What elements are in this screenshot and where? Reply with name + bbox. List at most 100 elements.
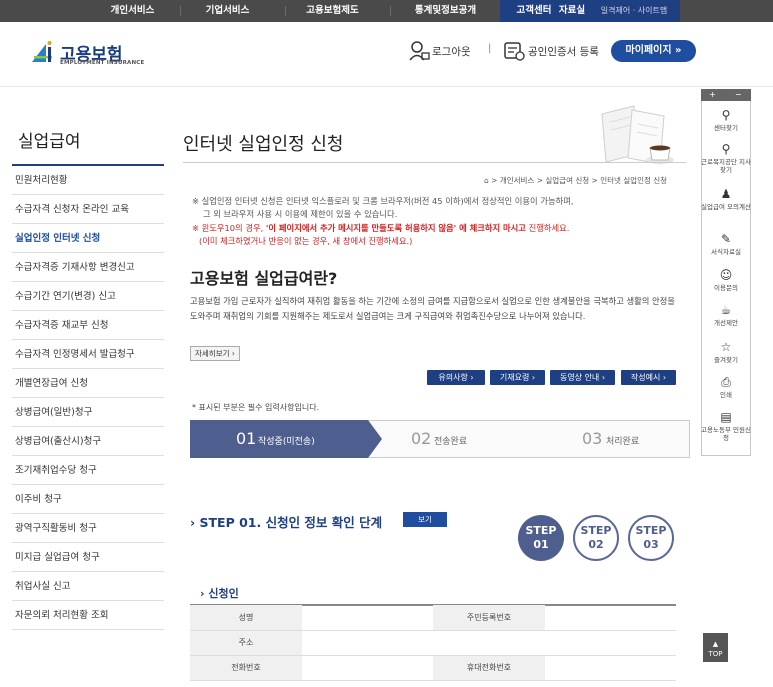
nav-statistics[interactable]: 통계및정보공개 (398, 0, 493, 22)
view-button[interactable]: 보기 (403, 512, 447, 527)
section-description: 고용보험 가입 근로자가 실직하여 재취업 활동을 하는 기간에 소정의 급여를… (190, 296, 675, 321)
quick-forms[interactable]: ✎ 서식자료실 (701, 232, 751, 256)
section-title: 고용보험 실업급여란? (190, 269, 338, 288)
quick-label: 실업급여 모의계산 (701, 203, 751, 211)
top-navigation: 개인서비스 기업서비스 고용보험제도 통계및정보공개 고객센터 자료실 일격제어… (0, 0, 773, 22)
sidebar-item[interactable]: 조기재취업수당 청구 (12, 456, 164, 485)
quick-label: 인쇄 (720, 391, 732, 399)
certificate-register-link[interactable]: 공인인증서 등록 (528, 44, 599, 59)
step-circle[interactable]: STEP 03 (628, 515, 674, 561)
sidebar-item[interactable]: 취업사실 신고 (12, 572, 164, 601)
collapse-icon[interactable]: − (735, 89, 742, 101)
more-details-button[interactable]: 자세히보기 › (190, 346, 240, 361)
sidebar-item[interactable]: 자문의뢰 처리현황 조회 (12, 601, 164, 630)
sidebar-item[interactable]: 미지급 실업급여 청구 (12, 543, 164, 572)
quick-benefit-calc[interactable]: ♟ 실업급여 모의계산 (701, 187, 751, 211)
sidebar-item[interactable]: 상병급여(출산시)청구 (12, 427, 164, 456)
quick-ministry[interactable]: ▤ 고용노동부 민원신청 (701, 410, 751, 442)
nav-divider (180, 6, 181, 16)
quick-label: 즐겨찾기 (714, 356, 738, 364)
table-header-address: 주소 (190, 630, 302, 656)
step-circle-active[interactable]: STEP 01 (518, 515, 564, 561)
breadcrumb: ⌂ > 개인서비스 > 실업급여 신청 > 인터넷 실업인정 신청 (484, 176, 668, 185)
documents-illustration (598, 104, 680, 171)
nav-divider (390, 6, 391, 16)
star-icon: ☆ (720, 340, 732, 354)
table-cell-name (302, 605, 433, 631)
page-title: 인터넷 실업인정 신청 (183, 134, 344, 155)
step-circle-number: 03 (643, 538, 659, 551)
nav-personal-service[interactable]: 개인서비스 (95, 0, 170, 22)
nav-customer-center[interactable]: 고객센터 (514, 0, 554, 22)
table-cell-phone (302, 655, 433, 681)
logo-subtitle: EMPLOYMENT INSURANCE (60, 60, 145, 66)
sidebar-item[interactable]: 광역구직활동비 청구 (12, 514, 164, 543)
location-pin-icon: ⚲ (721, 108, 731, 122)
logout-link[interactable]: 로그아웃 (432, 44, 471, 59)
windows-note-cont: (이미 체크하였거나 반응이 없는 경우, 새 창에서 진행하세요.) (199, 236, 413, 246)
mypage-button[interactable]: 마이페이지 » (611, 40, 696, 62)
applicant-table: 성명 주민등록번호 주소 전화번호 휴대전화번호 (190, 605, 676, 681)
guide-button[interactable]: 기재요령 › (490, 370, 545, 385)
step-arrow (368, 420, 382, 458)
quick-branch-search[interactable]: ⚲ 근로복지공단 지사찾기 (701, 142, 751, 174)
sidebar-item[interactable]: 수급자격 인정명세서 발급청구 (12, 340, 164, 369)
step-circle-number: 01 (533, 538, 549, 551)
chat-icon: ☺ (719, 268, 733, 282)
document-icon: ▤ (720, 410, 732, 424)
quick-print[interactable]: ⎙ 인쇄 (701, 375, 751, 399)
table-row: 전화번호 휴대전화번호 (190, 655, 676, 681)
expand-icon[interactable]: + (709, 89, 716, 101)
logo-icon[interactable] (28, 38, 58, 68)
print-icon: ⎙ (721, 375, 731, 389)
certificate-icon (503, 40, 525, 65)
sidebar-title: 실업급여 (18, 132, 81, 152)
table-cell-mobile (545, 655, 676, 681)
quick-label: 고용노동부 민원신청 (701, 426, 751, 442)
sidebar-item[interactable]: 수급자격증 재교부 신청 (12, 311, 164, 340)
quick-center-search[interactable]: ⚲ 센터찾기 (701, 108, 751, 132)
scroll-top-button[interactable]: ▲ TOP (703, 633, 728, 662)
step-number: 02 (411, 429, 432, 448)
example-button[interactable]: 작성예시 › (621, 370, 676, 385)
table-header-name: 성명 (190, 605, 302, 631)
quick-suggestion[interactable]: ☕ 개선제안 (701, 303, 751, 327)
nav-business-service[interactable]: 기업서비스 (190, 0, 265, 22)
step-circle[interactable]: STEP 02 (573, 515, 619, 561)
browser-note: ※ 실업인정 인터넷 신청은 인터넷 익스플로러 및 크롬 브라우저(버전 45… (192, 196, 574, 206)
sidebar-item[interactable]: 수급기간 연기(변경) 신고 (12, 282, 164, 311)
table-cell-address (302, 630, 676, 656)
step-circle-label: STEP (580, 524, 612, 537)
table-header-mobile: 휴대전화번호 (433, 655, 545, 681)
sidebar-item[interactable]: 수급자격 신청자 온라인 교육 (12, 195, 164, 224)
step-label: 작성중(미전송) (258, 437, 315, 447)
table-row: 주소 (190, 630, 676, 656)
nav-data-room[interactable]: 자료실 (556, 0, 588, 22)
required-note: * 표시된 부분은 필수 입력사항입니다. (192, 403, 320, 412)
sidebar-item[interactable]: 상병급여(일반)청구 (12, 398, 164, 427)
table-header-rrn: 주민등록번호 (433, 605, 545, 631)
sidebar-item[interactable]: 개별연장급여 신청 (12, 369, 164, 398)
step-circle-label: STEP (525, 524, 557, 537)
step-label: 전송완료 (434, 437, 468, 447)
browser-note-cont: 그 외 브라우저 사용 시 이용에 제한이 있을 수 있습니다. (203, 209, 398, 219)
sidebar-item[interactable]: 민원처리현황 (12, 166, 164, 195)
video-guide-button[interactable]: 동영상 안내 › (550, 370, 615, 385)
sidebar-item[interactable]: 수급자격증 기재사항 변경신고 (12, 253, 164, 282)
step-number: 03 (582, 429, 603, 448)
nav-utility-links[interactable]: 일격제어 · 사이트맵 (594, 0, 674, 22)
chevron-up-icon: ▲ (712, 640, 719, 648)
windows-note-suffix: 진행하세요. (525, 223, 570, 233)
quick-inquiry[interactable]: ☺ 이용문의 (701, 268, 751, 292)
caution-button[interactable]: 유의사항 › (427, 370, 485, 385)
quick-label: 센터찾기 (714, 124, 738, 132)
edit-icon: ✎ (720, 232, 732, 246)
sidebar-item-active[interactable]: 실업인정 인터넷 신청 (12, 224, 164, 253)
quick-label: 이용문의 (714, 284, 738, 292)
step-circle-label: STEP (635, 524, 667, 537)
nav-insurance-system[interactable]: 고용보험제도 (295, 0, 370, 22)
quick-favorites[interactable]: ☆ 즐겨찾기 (701, 340, 751, 364)
sidebar-item[interactable]: 이주비 청구 (12, 485, 164, 514)
title-divider (183, 162, 686, 163)
quick-label: 근로복지공단 지사찾기 (701, 158, 751, 174)
